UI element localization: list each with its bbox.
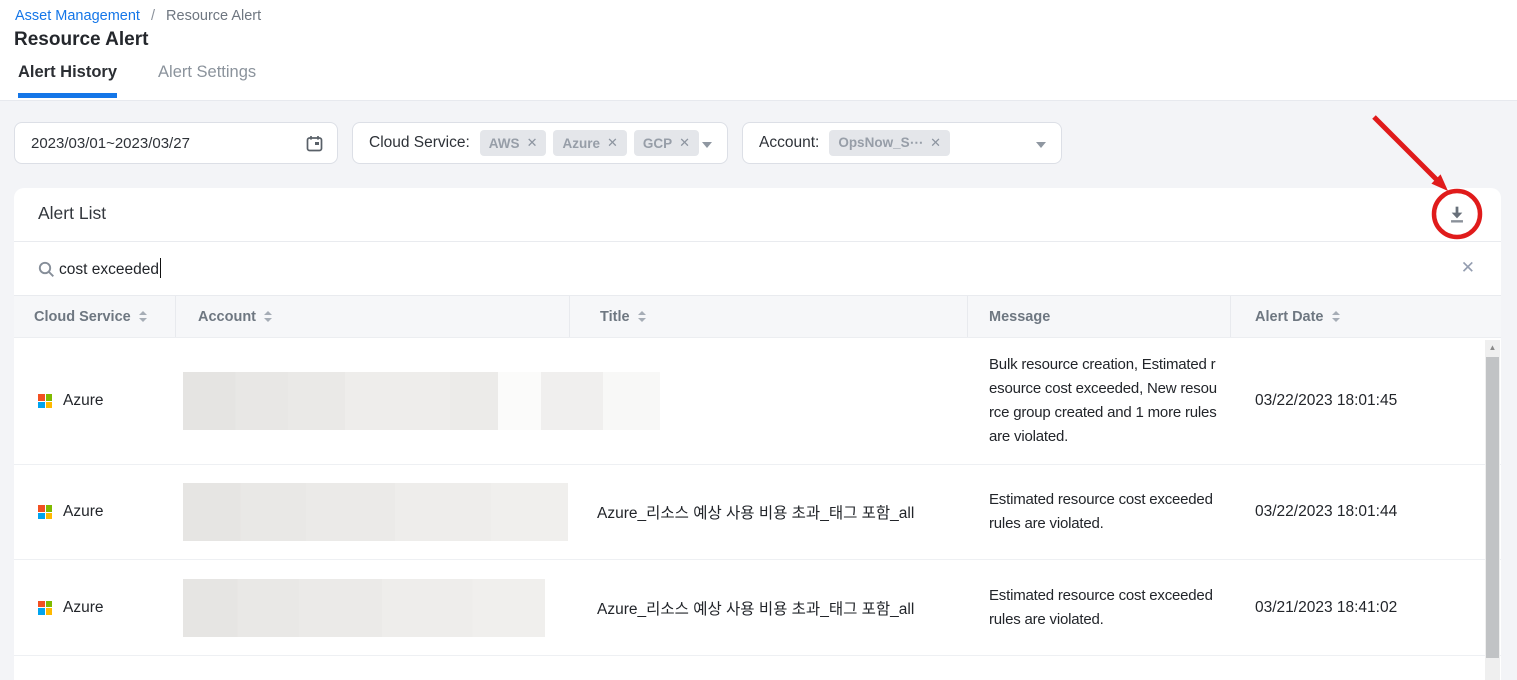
cloud-service-filter[interactable]: Cloud Service: AWS ✕ Azure ✕ GCP ✕: [352, 122, 728, 164]
chip-aws: AWS ✕: [480, 130, 547, 156]
remove-gcp-icon[interactable]: ✕: [679, 135, 690, 151]
text-cursor: [160, 258, 162, 278]
breadcrumb-link-asset-management[interactable]: Asset Management: [15, 8, 140, 24]
azure-icon: [38, 394, 52, 408]
column-header-cloud-service[interactable]: Cloud Service: [14, 296, 176, 337]
alert-date-cell: 03/21/2023 18:41:02: [1231, 599, 1501, 617]
search-input[interactable]: cost exceeded ✕: [14, 242, 1501, 296]
tab-bar: Alert History Alert Settings: [18, 63, 256, 98]
cloud-service-cell: Azure: [63, 392, 104, 410]
azure-icon: [38, 601, 52, 615]
column-header-message: Message: [968, 296, 1231, 337]
column-header-account[interactable]: Account: [176, 296, 570, 337]
account-chevron-down-icon[interactable]: [1036, 142, 1046, 148]
account-filter[interactable]: Account: OpsNow_S⋯ ✕: [742, 122, 1062, 164]
column-label: Alert Date: [1255, 309, 1324, 325]
azure-icon: [38, 505, 52, 519]
message-cell: Bulk resource creation, Estimated resour…: [968, 353, 1231, 449]
column-label: Title: [600, 309, 630, 325]
alert-list-panel: Alert List cost exceeded ✕ Cloud Service: [14, 188, 1501, 680]
chip-aws-label: AWS: [489, 136, 520, 151]
panel-title: Alert List: [38, 203, 106, 224]
chip-azure: Azure ✕: [553, 130, 626, 156]
message-cell: Estimated resource cost exceeded rules a…: [968, 488, 1231, 536]
message-cell: Estimated resource cost exceeded rules a…: [968, 584, 1231, 632]
page-title: Resource Alert: [14, 29, 148, 51]
date-range-input[interactable]: 2023/03/01~2023/03/27: [14, 122, 338, 164]
table-row[interactable]: Azure Azure_리소스 예상 사용 비용 초과_태그 포함_all Es…: [14, 560, 1501, 656]
title-cell: Azure_리소스 예상 사용 비용 초과_태그 포함_all: [570, 501, 968, 523]
chip-gcp-label: GCP: [643, 136, 672, 151]
remove-azure-icon[interactable]: ✕: [607, 135, 618, 151]
scrollbar-up-icon[interactable]: ▲: [1485, 340, 1500, 355]
download-button[interactable]: [1443, 201, 1471, 229]
column-label: Message: [989, 309, 1050, 325]
chip-account-label: OpsNow_S⋯: [838, 135, 923, 151]
column-label: Cloud Service: [34, 309, 131, 325]
chip-azure-label: Azure: [562, 136, 600, 151]
sort-icon[interactable]: [264, 311, 272, 322]
filter-bar: 2023/03/01~2023/03/27 Cloud Service: AWS…: [0, 101, 1517, 188]
tab-alert-history[interactable]: Alert History: [18, 63, 117, 98]
panel-header: Alert List: [14, 188, 1501, 242]
title-cell: Azure_리소스 예상 사용 비용 초과_태그 포함_all: [570, 597, 968, 619]
table-scrollbar[interactable]: ▲: [1485, 340, 1500, 680]
table-header: Cloud Service Account Title Message Aler…: [14, 296, 1501, 338]
table-row[interactable]: Azure Azure_리소스 예상 사용 비용 초과_태그 포함_all Es…: [14, 465, 1501, 560]
clear-search-icon[interactable]: ✕: [1461, 257, 1475, 279]
page-header: Asset Management / Resource Alert Resour…: [0, 0, 1517, 101]
search-icon: [38, 261, 55, 278]
table-body: Azure Bulk resource creation, Estimated …: [14, 338, 1501, 680]
breadcrumb-current: Resource Alert: [166, 8, 261, 24]
calendar-icon[interactable]: [306, 135, 323, 152]
sort-icon[interactable]: [139, 311, 147, 322]
cloud-service-label: Cloud Service:: [369, 134, 470, 152]
resource-alert-page: Asset Management / Resource Alert Resour…: [0, 0, 1517, 680]
scrollbar-thumb[interactable]: [1486, 357, 1499, 658]
redacted-account: [183, 483, 568, 541]
redacted-account: [183, 579, 545, 637]
alert-date-cell: 03/22/2023 18:01:45: [1231, 392, 1501, 410]
tab-alert-settings[interactable]: Alert Settings: [158, 63, 256, 98]
account-label: Account:: [759, 134, 819, 152]
redacted-account: [183, 372, 660, 430]
date-range-value: 2023/03/01~2023/03/27: [31, 135, 190, 152]
download-icon: [1446, 203, 1468, 225]
breadcrumb-separator: /: [151, 8, 155, 24]
cloud-service-cell: Azure: [63, 503, 104, 521]
alert-date-cell: 03/22/2023 18:01:44: [1231, 503, 1501, 521]
remove-aws-icon[interactable]: ✕: [527, 135, 538, 151]
search-value: cost exceeded: [59, 258, 161, 279]
remove-account-icon[interactable]: ✕: [930, 135, 941, 151]
column-header-title[interactable]: Title: [570, 296, 968, 337]
column-label: Account: [198, 309, 256, 325]
table-row[interactable]: Azure Bulk resource creation, Estimated …: [14, 338, 1501, 465]
breadcrumb: Asset Management / Resource Alert: [15, 8, 261, 24]
cloud-service-cell: Azure: [63, 599, 104, 617]
sort-icon[interactable]: [638, 311, 646, 322]
sort-icon[interactable]: [1332, 311, 1340, 322]
chip-account: OpsNow_S⋯ ✕: [829, 130, 950, 156]
cloud-service-chevron-down-icon[interactable]: [702, 142, 712, 148]
chip-gcp: GCP ✕: [634, 130, 699, 156]
column-header-alert-date[interactable]: Alert Date: [1231, 296, 1501, 337]
